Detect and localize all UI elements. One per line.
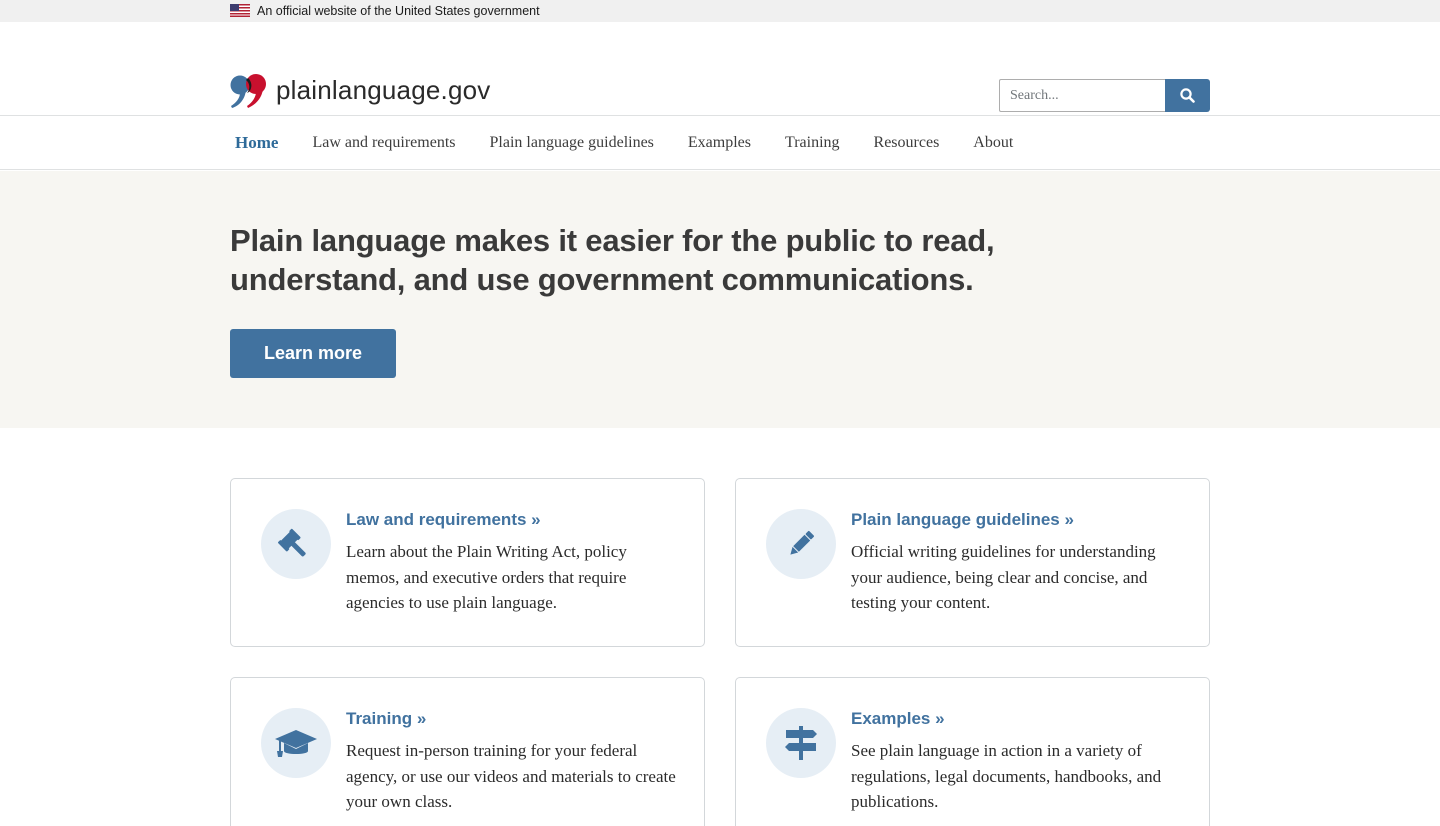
gavel-icon-circle [261, 509, 331, 579]
site-logo-text[interactable]: plainlanguage.gov [276, 75, 490, 106]
card-text-training: Request in-person training for your fede… [346, 741, 676, 811]
pencil-icon-circle [766, 509, 836, 579]
nav-item-law-and-requirements[interactable]: Law and requirements [312, 134, 455, 152]
pencil-icon [790, 530, 815, 555]
search-icon [1180, 88, 1195, 103]
nav-item-plain-language-guidelines[interactable]: Plain language guidelines [490, 134, 654, 152]
site-header: plainlanguage.gov [0, 22, 1440, 116]
hero-section: Plain language makes it easier for the p… [0, 171, 1440, 428]
graduation-cap-icon [275, 730, 317, 757]
card-text-plain-language-guidelines: Official writing guidelines for understa… [851, 542, 1156, 612]
nav-item-resources[interactable]: Resources [874, 134, 940, 152]
primary-nav: Home Law and requirements Plain language… [0, 116, 1440, 170]
signpost-icon-circle [766, 708, 836, 778]
signpost-icon [785, 726, 817, 760]
card-training: Training » Request in-person training fo… [230, 677, 705, 826]
card-text-law-and-requirements: Learn about the Plain Writing Act, polic… [346, 542, 627, 612]
hero-headline: Plain language makes it easier for the p… [230, 223, 995, 297]
card-title-law-and-requirements[interactable]: Law and requirements » [346, 510, 541, 530]
card-text-examples: See plain language in action in a variet… [851, 741, 1162, 811]
graduation-cap-icon-circle [261, 708, 331, 778]
quotation-mark-logo-icon[interactable] [230, 73, 267, 109]
nav-item-about[interactable]: About [973, 134, 1013, 152]
card-title-plain-language-guidelines[interactable]: Plain language guidelines » [851, 510, 1074, 530]
card-examples: Examples » See plain language in action … [735, 677, 1210, 826]
gavel-icon [278, 528, 306, 557]
card-title-examples[interactable]: Examples » [851, 709, 945, 729]
learn-more-button[interactable]: Learn more [230, 329, 396, 378]
gov-banner: An official website of the United States… [0, 0, 1440, 22]
search-input[interactable] [999, 79, 1166, 112]
search-button[interactable] [1165, 79, 1210, 112]
card-law-and-requirements: Law and requirements » Learn about the P… [230, 478, 705, 647]
gov-banner-text: An official website of the United States… [257, 4, 540, 18]
nav-item-training[interactable]: Training [785, 134, 840, 152]
us-flag-icon [230, 4, 250, 17]
nav-item-examples[interactable]: Examples [688, 134, 751, 152]
nav-item-home[interactable]: Home [235, 133, 278, 153]
card-title-training[interactable]: Training » [346, 709, 426, 729]
card-plain-language-guidelines: Plain language guidelines » Official wri… [735, 478, 1210, 647]
